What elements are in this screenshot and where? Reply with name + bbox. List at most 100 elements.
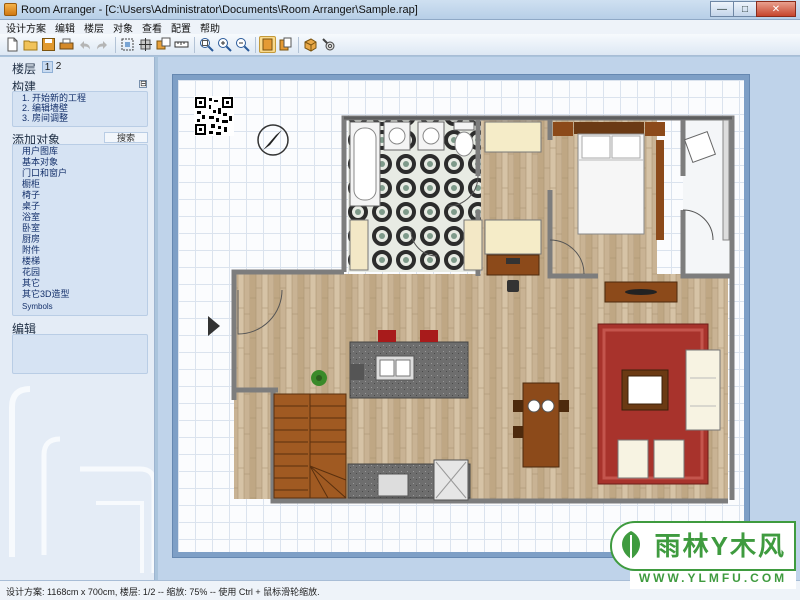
toolbar-separator (115, 36, 116, 53)
maximize-button[interactable]: □ (733, 1, 757, 17)
watermark-url: WWW.YLMFU.COM (630, 571, 796, 589)
box-3d-icon[interactable] (302, 36, 319, 53)
category-chairs[interactable]: 椅子 (22, 190, 40, 200)
build-item-room-adjust[interactable]: 3. 房间调整 (22, 113, 68, 123)
menu-view[interactable]: 查看 (142, 20, 162, 35)
hall-cabinet-bottom (484, 219, 542, 255)
floors-label: 楼层 (12, 62, 37, 76)
category-cabinets[interactable]: 橱柜 (22, 179, 40, 189)
plant (311, 370, 327, 386)
build-item-new-project[interactable]: 1. 开始新的工程 (22, 93, 86, 103)
bath-cabinet-left (349, 219, 369, 271)
zoom-fit-icon[interactable] (198, 36, 215, 53)
sofa (685, 349, 721, 431)
dining-chair (559, 400, 569, 412)
floor-tab-2[interactable]: 2 (53, 61, 64, 73)
dining-table (522, 382, 560, 468)
sidebar-decoration (9, 386, 154, 573)
floor-plan[interactable] (178, 80, 744, 552)
category-user-library[interactable]: 用户图库 (22, 146, 58, 156)
category-other[interactable]: 其它 (22, 278, 40, 288)
status-text: 设计方案: 1168cm x 700cm, 楼层: 1/2 -- 缩放: 75%… (6, 587, 320, 597)
menu-help[interactable]: 帮助 (200, 20, 220, 35)
bath-cabinet-right (463, 219, 483, 271)
category-kitchen[interactable]: 厨房 (22, 234, 40, 244)
category-accessories[interactable]: 附件 (22, 245, 40, 255)
zoom-out-icon[interactable] (234, 36, 251, 53)
measure-icon[interactable] (173, 36, 190, 53)
close-button[interactable]: ✕ (756, 1, 796, 17)
island-appliance (350, 364, 364, 380)
category-bedroom[interactable]: 卧室 (22, 223, 40, 233)
menu-config[interactable]: 配置 (171, 20, 191, 35)
select-icon[interactable] (119, 36, 136, 53)
zoom-in-icon[interactable] (216, 36, 233, 53)
window-title: Room Arranger - [C:\Users\Administrator\… (21, 4, 418, 16)
dining-chair (513, 400, 523, 412)
minimize-button[interactable]: — (710, 1, 734, 17)
desk-monitor (506, 258, 520, 264)
bathtub (349, 121, 381, 207)
sidebar: 楼层 1 2 构建 ⊟ 1. 开始新的工程 2. 编辑墙壁 3. 房间调整 添加… (0, 57, 155, 580)
leaf-logo-icon (622, 531, 640, 559)
desk-chair (507, 280, 519, 292)
category-bathroom[interactable]: 浴室 (22, 212, 40, 222)
toolbar-separator (255, 36, 256, 53)
floor-tab-1[interactable]: 1 (42, 61, 53, 73)
view-3d-icon[interactable] (277, 36, 294, 53)
settings-3d-icon[interactable] (320, 36, 337, 53)
category-basic-objects[interactable]: 基本对象 (22, 157, 58, 167)
menu-objects[interactable]: 对象 (113, 20, 133, 35)
print-icon[interactable] (58, 36, 75, 53)
menu-floors[interactable]: 楼层 (84, 20, 104, 35)
watermark: 雨林Y木风 WWW.YLMFU.COM (610, 521, 796, 591)
toolbar-separator (298, 36, 299, 53)
move-icon[interactable] (137, 36, 154, 53)
edit-box (12, 334, 148, 374)
category-garden[interactable]: 花园 (22, 267, 40, 277)
view-2d-icon[interactable] (259, 36, 276, 53)
bar-stool (378, 330, 396, 342)
menu-bar: 设计方案 编辑 楼层 对象 查看 配置 帮助 (0, 20, 800, 35)
toilet (453, 121, 475, 157)
toolbar-separator (194, 36, 195, 53)
design-grid[interactable] (178, 80, 744, 552)
title-bar: Room Arranger - [C:\Users\Administrator\… (0, 0, 800, 20)
search-button[interactable]: 搜索 (104, 132, 148, 143)
dining-chair (513, 426, 523, 438)
stove (377, 473, 409, 497)
tv (625, 289, 657, 295)
new-file-icon[interactable] (4, 36, 21, 53)
bar-stool (420, 330, 438, 342)
armchair-right (653, 439, 685, 479)
menu-edit[interactable]: 编辑 (55, 20, 75, 35)
save-icon[interactable] (40, 36, 57, 53)
coffee-table-top (627, 375, 663, 405)
entrance-arrow-icon (208, 316, 220, 336)
staircase (273, 393, 347, 499)
duplicate-icon[interactable] (155, 36, 172, 53)
category-doors-windows[interactable]: 门口和窗户 (22, 168, 67, 178)
window-controls: — □ ✕ (710, 1, 796, 18)
canvas-frame (172, 74, 750, 558)
qr-code (194, 96, 234, 136)
plate (527, 399, 541, 413)
collapse-build-button[interactable]: ⊟ (139, 80, 147, 88)
app-icon (4, 3, 17, 16)
category-symbols[interactable]: Symbols (22, 302, 53, 312)
menu-design[interactable]: 设计方案 (6, 20, 46, 35)
category-other-3d[interactable]: 其它3D造型 (22, 289, 70, 299)
compass-icon (257, 124, 289, 156)
open-folder-icon[interactable] (22, 36, 39, 53)
drawing-area (158, 57, 800, 580)
wardrobe (656, 140, 664, 240)
redo-icon[interactable] (94, 36, 111, 53)
build-item-edit-walls[interactable]: 2. 编辑墙壁 (22, 103, 68, 113)
category-tables[interactable]: 桌子 (22, 201, 40, 211)
undo-icon[interactable] (76, 36, 93, 53)
armchair-left (617, 439, 649, 479)
category-stairs[interactable]: 楼梯 (22, 256, 40, 266)
plate (541, 399, 555, 413)
closet-shelf (722, 119, 730, 241)
hall-cabinet-top (484, 121, 542, 153)
